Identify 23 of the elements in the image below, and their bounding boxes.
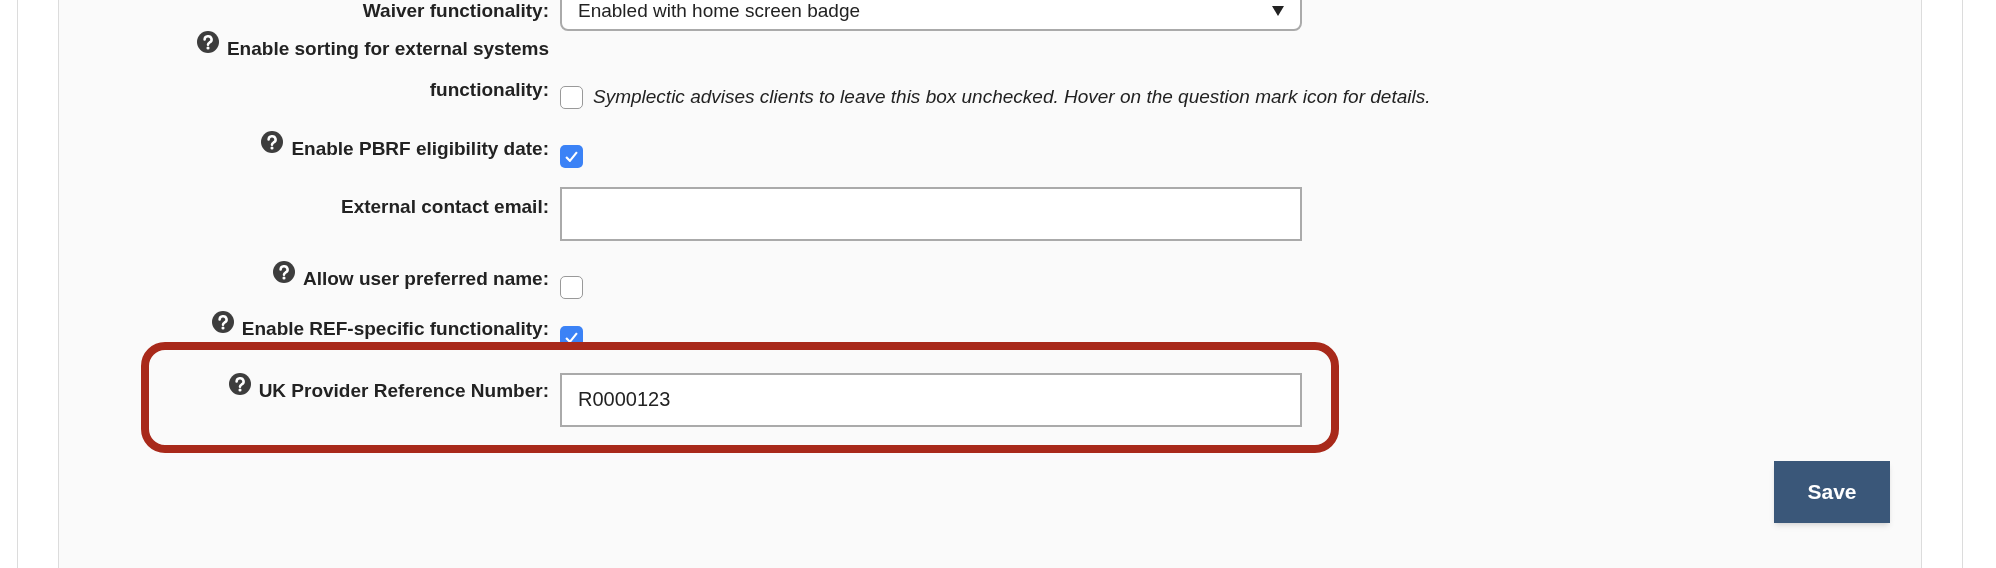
field-label: UK Provider Reference Number: <box>258 379 549 401</box>
checkmark-icon <box>565 331 578 343</box>
field-label: Enable PBRF eligibility date: <box>291 137 549 159</box>
help-icon[interactable] <box>261 130 284 153</box>
help-icon[interactable] <box>196 31 219 53</box>
hint-text: Symplectic advises clients to leave this box unchecked. Hover on the question mark icon for details. <box>593 85 1431 109</box>
checkbox[interactable] <box>560 275 583 299</box>
field-label: Allow user preferred name: <box>302 267 549 289</box>
help-icon[interactable] <box>211 310 234 333</box>
dropdown[interactable]: Enabled with home screen badge <box>560 0 1302 31</box>
caret-icon <box>1272 6 1284 16</box>
checkmark-icon <box>565 150 578 162</box>
text-field[interactable] <box>560 186 1302 241</box>
checkbox[interactable] <box>560 144 583 168</box>
text-field[interactable]: R0000123 <box>560 372 1302 427</box>
field-label: Enable sorting for external systems functionality: <box>226 38 549 100</box>
checkbox[interactable] <box>560 85 583 109</box>
field-label: External contact email: <box>340 195 549 217</box>
help-icon[interactable] <box>228 372 251 395</box>
field-label: Waiver functionality: <box>362 0 549 21</box>
field-label: Enable REF-specific functionality: <box>241 317 549 339</box>
save-button[interactable]: Save <box>1774 461 1890 523</box>
help-icon[interactable] <box>272 260 295 283</box>
